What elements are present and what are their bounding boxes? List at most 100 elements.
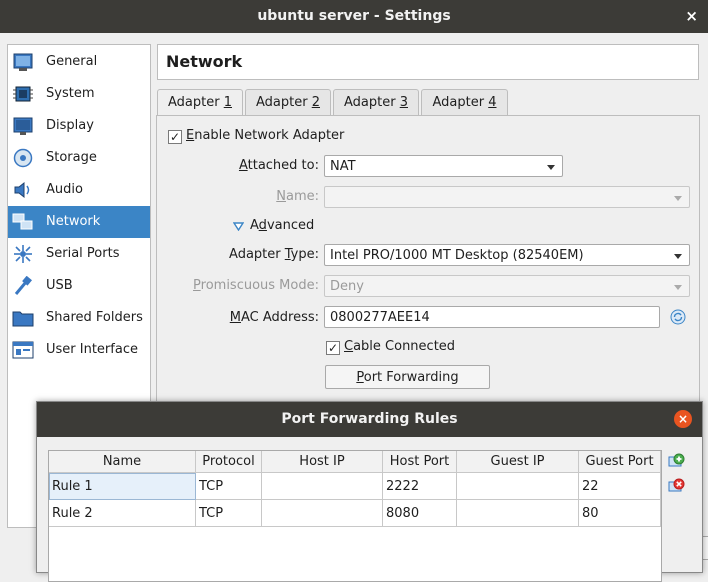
- adapter-type-select[interactable]: Intel PRO/1000 MT Desktop (82540EM): [324, 244, 690, 266]
- storage-icon: [13, 148, 33, 168]
- sidebar-item-storage[interactable]: Storage: [8, 142, 150, 174]
- tab-label-key: 2: [311, 95, 320, 110]
- cable-connected-checkbox[interactable]: ✓: [326, 341, 340, 355]
- table-cell[interactable]: TCP: [196, 500, 262, 527]
- tab-adapter-3[interactable]: Adapter 3: [333, 89, 419, 116]
- label-rest: ttached to:: [247, 158, 319, 173]
- mac-address-label: MAC Address:: [200, 310, 319, 325]
- sidebar-item-general[interactable]: General: [8, 46, 150, 78]
- label-rest: ame:: [285, 189, 319, 204]
- mac-address-field[interactable]: 0800277AEE14: [324, 306, 660, 328]
- sidebar-item-display[interactable]: Display: [8, 110, 150, 142]
- sidebar-item-label: Audio: [46, 182, 83, 197]
- label-pre: A: [250, 218, 259, 233]
- sidebar-item-label: Storage: [46, 150, 97, 165]
- table-cell[interactable]: [262, 500, 383, 527]
- table-cell[interactable]: 2222: [383, 473, 457, 500]
- sidebar-item-audio[interactable]: Audio: [8, 174, 150, 206]
- tab-label: Adapter: [256, 95, 312, 110]
- label-pre: Adapter: [229, 247, 285, 262]
- column-header-guest-ip[interactable]: Guest IP: [457, 451, 579, 473]
- table-cell[interactable]: Rule 2: [49, 500, 196, 527]
- label-rest: ype:: [290, 247, 319, 262]
- tab-adapter-1[interactable]: Adapter 1: [157, 89, 243, 117]
- tab-label-key: 4: [488, 95, 497, 110]
- remove-rule-icon[interactable]: [667, 477, 685, 495]
- shared-folders-icon: [12, 311, 34, 327]
- advanced-toggle[interactable]: Advanced: [250, 218, 314, 233]
- table-cell[interactable]: [457, 473, 579, 500]
- table-cell[interactable]: Rule 1: [49, 473, 196, 500]
- general-icon: [13, 53, 33, 71]
- chevron-down-icon: [547, 165, 555, 170]
- promiscuous-mode-select: Deny: [324, 275, 690, 297]
- label-key: A: [238, 158, 248, 173]
- sidebar-item-label: Network: [46, 214, 101, 229]
- sidebar-item-network[interactable]: Network: [8, 206, 150, 238]
- sidebar-item-label: Display: [46, 118, 94, 133]
- add-rule-icon[interactable]: [667, 452, 685, 470]
- sidebar-item-system[interactable]: System: [8, 78, 150, 110]
- name-label: Name:: [200, 189, 319, 204]
- tab-label: Adapter: [168, 95, 224, 110]
- column-header-host-port[interactable]: Host Port: [383, 451, 457, 473]
- sidebar-item-serial-ports[interactable]: Serial Ports: [8, 238, 150, 270]
- chevron-down-icon: [674, 254, 682, 259]
- column-header-host-ip[interactable]: Host IP: [262, 451, 383, 473]
- sidebar-item-usb[interactable]: USB: [8, 270, 150, 302]
- column-header-guest-port[interactable]: Guest Port: [579, 451, 661, 473]
- column-header-protocol[interactable]: Protocol: [196, 451, 262, 473]
- dialog-close-button[interactable]: ×: [674, 410, 692, 428]
- tab-label: Adapter: [432, 95, 489, 110]
- attached-to-label: Attached to:: [200, 158, 319, 173]
- label-key: d: [258, 218, 267, 233]
- label-key: P: [193, 278, 201, 293]
- label-key: N: [276, 189, 286, 204]
- sidebar-item-label: System: [46, 86, 95, 101]
- sidebar-item-label: Serial Ports: [46, 246, 120, 261]
- table-cell[interactable]: 22: [579, 473, 661, 500]
- page-title: Network: [166, 52, 243, 71]
- table-cell[interactable]: 8080: [383, 500, 457, 527]
- enable-adapter-label[interactable]: Enable Network Adapter: [186, 128, 344, 143]
- column-header-name[interactable]: Name: [49, 451, 196, 473]
- network-icon: [12, 213, 33, 230]
- window-title: ubuntu server - Settings: [257, 8, 451, 24]
- port-forwarding-button[interactable]: Port Forwarding: [325, 365, 490, 389]
- sidebar-item-user-interface[interactable]: User Interface: [8, 334, 150, 366]
- page-title-box: Network: [157, 44, 699, 80]
- table-cell[interactable]: [457, 500, 579, 527]
- label-key: E: [186, 128, 195, 143]
- port-forwarding-dialog: Port Forwarding Rules × Name Protocol Ho…: [36, 401, 703, 582]
- sidebar-item-label: Shared Folders: [46, 310, 143, 325]
- display-icon: [13, 117, 33, 135]
- cable-connected-label[interactable]: Cable Connected: [344, 339, 455, 354]
- advanced-expand-icon[interactable]: [233, 222, 244, 231]
- refresh-mac-icon[interactable]: [670, 309, 686, 325]
- rules-table: Name Protocol Host IP Host Port Guest IP…: [48, 450, 662, 582]
- tab-label: Adapter: [344, 95, 400, 110]
- chevron-down-icon: [674, 285, 682, 290]
- sidebar-item-shared-folders[interactable]: Shared Folders: [8, 302, 150, 334]
- tab-adapter-4[interactable]: Adapter 4: [421, 89, 508, 116]
- label-rest: ort Forwarding: [363, 370, 459, 385]
- adapter-type-value: Intel PRO/1000 MT Desktop (82540EM): [330, 248, 584, 263]
- sidebar-item-label: USB: [46, 278, 73, 293]
- tab-adapter-2[interactable]: Adapter 2: [245, 89, 331, 116]
- promiscuous-mode-label: Promiscuous Mode:: [160, 278, 319, 293]
- table-cell[interactable]: 80: [579, 500, 661, 527]
- enable-adapter-checkbox[interactable]: ✓: [168, 130, 182, 144]
- table-cell[interactable]: [262, 473, 383, 500]
- adapter-type-label: Adapter Type:: [200, 247, 319, 262]
- table-cell[interactable]: TCP: [196, 473, 262, 500]
- name-select: [324, 186, 690, 208]
- dialog-titlebar: Port Forwarding Rules ×: [37, 402, 702, 437]
- attached-to-select[interactable]: NAT: [324, 155, 563, 177]
- serial-ports-icon: [14, 245, 32, 263]
- label-rest: nable Network Adapter: [194, 128, 345, 143]
- window-close-button[interactable]: ×: [685, 0, 698, 33]
- usb-icon: [14, 276, 32, 295]
- tab-label-key: 1: [223, 95, 232, 110]
- user-interface-icon: [12, 341, 34, 359]
- label-rest: vanced: [266, 218, 315, 233]
